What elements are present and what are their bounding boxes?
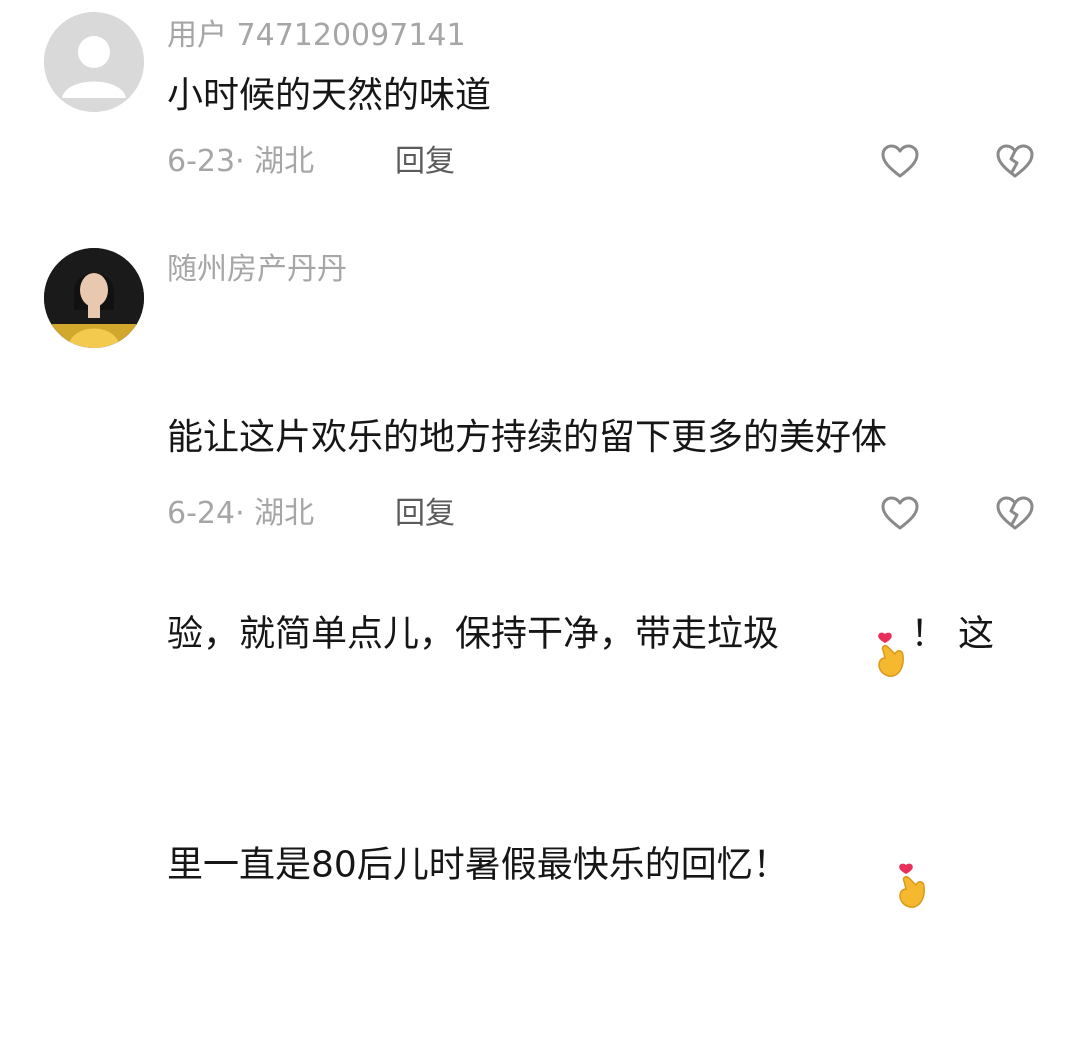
comment-username[interactable]: 随州房产丹丹 <box>167 250 347 290</box>
comment-text: 小时候的天然的味道 <box>167 75 492 116</box>
finger-heart-emoji-icon <box>877 632 904 677</box>
dislike-button[interactable] <box>995 494 1035 534</box>
comment-text-line: 验，就简单点儿，保持干净，带走垃圾 ！ 这 <box>167 575 1027 696</box>
comment-text-segment: 验，就简单点儿，保持干净，带走垃圾 <box>167 613 780 655</box>
dislike-button[interactable] <box>995 142 1035 182</box>
broken-heart-icon <box>996 144 1034 178</box>
comment-text-line: 能让这片欢乐的地方持续的留下更多的美好体 <box>167 417 888 458</box>
like-button[interactable] <box>880 142 920 182</box>
comment-date: 6-23 <box>167 144 236 179</box>
reply-button[interactable]: 回复 <box>395 142 455 182</box>
finger-heart-emoji-icon <box>899 863 925 908</box>
default-user-avatar-icon <box>44 12 144 112</box>
user-photo-avatar-icon <box>44 248 144 348</box>
comment-text-line: 里一直是80后儿时暑假最快乐的回忆！ <box>167 806 1027 927</box>
like-button[interactable] <box>880 494 920 534</box>
comment-date: 6-24 <box>167 496 236 531</box>
comment-location: 湖北 <box>254 496 315 531</box>
heart-outline-icon <box>881 496 919 530</box>
comment-text-segment: 里一直是80后儿时暑假最快乐的回忆！ <box>167 844 789 886</box>
avatar[interactable] <box>44 248 144 348</box>
comment-meta: 6-24· 湖北 <box>167 494 314 534</box>
comment-text: 能让这片欢乐的地方持续的留下更多的美好体 验，就简单点儿，保持干净，带走垃圾 ！… <box>167 300 1027 1037</box>
comment-meta: 6-23· 湖北 <box>167 142 314 182</box>
heart-outline-icon <box>881 144 919 178</box>
finger-heart-emoji <box>779 575 911 696</box>
avatar[interactable] <box>44 12 144 112</box>
reply-button[interactable]: 回复 <box>395 494 455 534</box>
comment-text-segment: ！ 这 <box>910 613 995 655</box>
finger-heart-emoji <box>800 806 932 927</box>
broken-heart-icon <box>996 496 1034 530</box>
comment-location: 湖北 <box>254 144 315 179</box>
comment-username[interactable]: 用户 747120097141 <box>167 16 466 56</box>
meta-separator: · <box>235 144 255 179</box>
meta-separator: · <box>235 496 255 531</box>
